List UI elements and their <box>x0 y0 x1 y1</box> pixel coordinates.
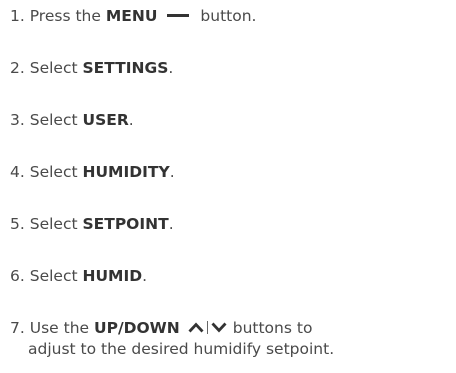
step-number: 6. <box>10 267 25 285</box>
step-4: 4. Select HUMIDITY. <box>10 162 175 182</box>
step-text: button. <box>200 7 257 25</box>
step-keyword: HUMIDITY <box>82 163 170 181</box>
step-keyword: UP/DOWN <box>94 319 180 337</box>
separator <box>206 320 208 334</box>
step-keyword: HUMID <box>82 267 143 285</box>
step-text: . <box>142 267 148 285</box>
step-number: 5. <box>10 215 25 233</box>
chevron-up-icon <box>188 321 204 332</box>
step-text: Select <box>29 111 78 129</box>
step-number: 7. <box>10 319 25 337</box>
step-text: Select <box>29 59 78 77</box>
step-text: . <box>168 215 174 233</box>
step-1: 1. Press the MENU button. <box>10 6 256 26</box>
step-text: Press the <box>29 7 101 25</box>
step-text: . <box>169 163 175 181</box>
step-keyword: SETTINGS <box>82 59 169 77</box>
step-3: 3. Select USER. <box>10 110 134 130</box>
step-number: 3. <box>10 111 25 129</box>
step-text: Select <box>29 267 78 285</box>
chevron-down-icon <box>211 322 227 333</box>
step-keyword: MENU <box>105 7 158 25</box>
minus-icon <box>167 14 190 17</box>
step-text: buttons to <box>232 319 313 337</box>
step-text: Select <box>29 163 78 181</box>
step-6: 6. Select HUMID. <box>10 266 147 286</box>
step-text: . <box>128 111 134 129</box>
step-number: 2. <box>10 59 25 77</box>
step-keyword: USER <box>82 111 129 129</box>
step-number: 4. <box>10 163 25 181</box>
step-text: Select <box>29 215 78 233</box>
step-keyword: SETPOINT <box>82 215 169 233</box>
step-7: 7. Use the UP/DOWN buttons to adjust to t… <box>10 318 334 359</box>
step-text: . <box>168 59 174 77</box>
step-text-continued: adjust to the desired humidify setpoint. <box>28 339 335 358</box>
step-2: 2. Select SETTINGS. <box>10 58 173 78</box>
up-down-arrows <box>188 317 227 337</box>
step-number: 1. <box>10 7 25 25</box>
instruction-steps: 1. Press the MENU button. 2. Select SETTI… <box>0 0 456 373</box>
step-5: 5. Select SETPOINT. <box>10 214 174 234</box>
step-text: Use the <box>29 319 90 337</box>
